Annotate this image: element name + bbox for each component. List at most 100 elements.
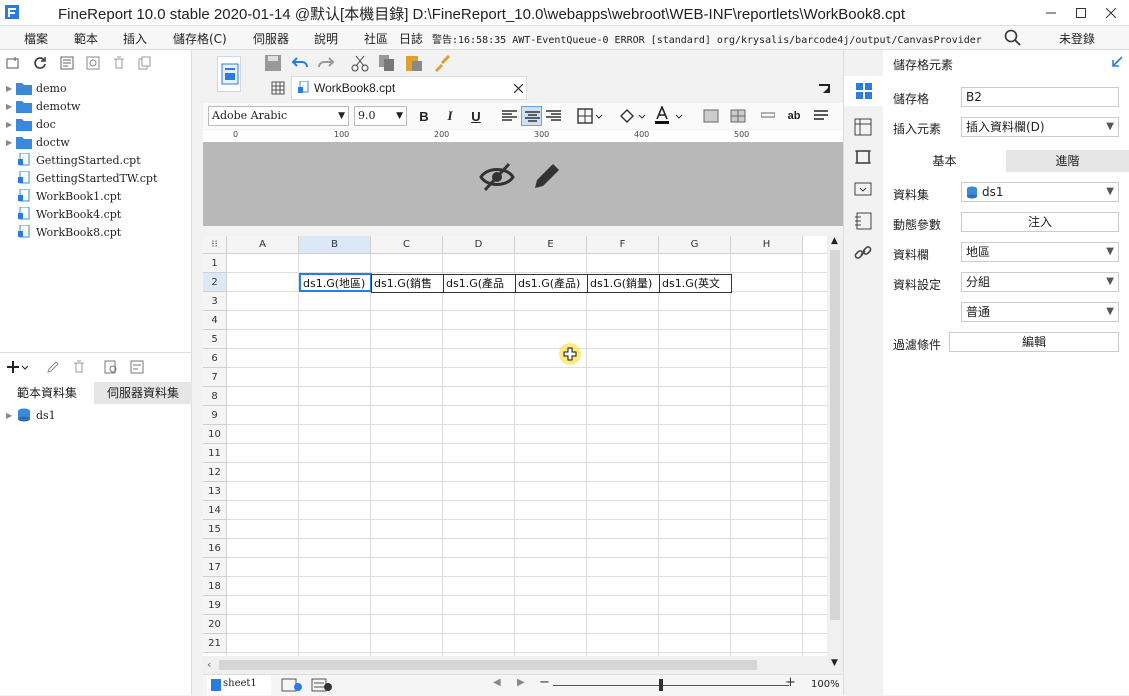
column-header-h[interactable]: H [731,236,803,254]
spreadsheet-grid[interactable]: ⁝⁝ ABCDEFGH 1 2 3 4 5 6 7 8 9 10 11 12 13 14 15 16 17 18 1… [203,236,843,656]
cell-b2[interactable]: ds1.G(地區) [299,273,372,292]
row-header-9[interactable]: 9 [203,406,227,425]
widget-settings-icon[interactable] [854,180,872,198]
fill-color-icon[interactable] [618,107,646,125]
grid-view-icon[interactable] [271,81,285,95]
cut-icon[interactable] [351,54,369,72]
add-dashboard-sheet-icon[interactable] [311,678,333,692]
panel-splitter[interactable] [192,50,203,695]
menu-server[interactable]: 伺服器 [253,30,289,47]
vertical-scrollbar[interactable]: ▲ [827,236,843,656]
hyperlink-icon[interactable] [854,244,872,262]
row-header-10[interactable]: 10 [203,425,227,444]
select-all-corner[interactable]: ⁝⁝ [203,236,227,254]
preview-icon[interactable] [104,360,118,374]
font-family-select[interactable]: Adobe Arabic ▼ [208,106,349,126]
text-style-button[interactable]: ab [786,108,802,124]
maximize-button[interactable] [1066,0,1096,26]
tree-item[interactable]: ▶ demo [6,79,67,97]
tree-item[interactable]: WorkBook4.cpt [6,205,121,223]
close-tab-icon[interactable] [514,84,523,93]
row-header-5[interactable]: 5 [203,330,227,349]
data-column-select[interactable]: 地區 ▼ [961,242,1119,262]
merge-cells-icon[interactable] [703,108,719,124]
cell-f2[interactable]: ds1.G(銷量) [587,274,660,293]
add-dataset-icon[interactable] [6,359,28,375]
expand-arrow-icon[interactable]: ▶ [6,102,16,111]
insert-element-select[interactable]: 插入資料欄(D) ▼ [961,117,1119,137]
sheet-scroll-left-icon[interactable]: ◀ [493,677,501,688]
row-header-17[interactable]: 17 [203,558,227,577]
scroll-thumb[interactable] [219,660,757,670]
cell-c2[interactable]: ds1.G(銷售 [371,274,444,293]
expand-arrow-icon[interactable]: ▶ [6,84,16,93]
tab-advanced[interactable]: 進階 [1006,150,1129,172]
zoom-out-icon[interactable]: − [539,675,550,690]
row-header-15[interactable]: 15 [203,520,227,539]
align-left-icon[interactable] [502,109,517,123]
tab-template-datasets[interactable]: 範本資料集 [0,382,94,404]
row-header-3[interactable]: 3 [203,292,227,311]
cell-g2[interactable]: ds1.G(英文 [659,274,732,293]
column-header-a[interactable]: A [227,236,299,254]
tab-server-datasets[interactable]: 伺服器資料集 [94,382,192,404]
close-button[interactable] [1096,0,1126,26]
more-format-icon[interactable] [813,108,829,124]
condition-attribute-icon[interactable] [854,212,872,230]
menu-insert[interactable]: 插入 [123,30,147,47]
row-header-19[interactable]: 19 [203,596,227,615]
split-cells-icon[interactable] [730,108,746,124]
hide-eye-icon[interactable] [479,162,515,192]
menu-community[interactable]: 社區 [364,30,388,47]
data-setting-select[interactable]: 分組 ▼ [961,272,1119,292]
cell-d2[interactable]: ds1.G(產品 [443,274,516,293]
scroll-left-icon[interactable]: ‹ [207,658,211,671]
menu-help[interactable]: 說明 [314,30,338,47]
tab-menu-icon[interactable] [819,83,831,95]
row-header-18[interactable]: 18 [203,577,227,596]
delete-icon[interactable] [72,360,86,374]
cell-reference-input[interactable]: B2 [961,87,1119,107]
inject-button[interactable]: 注入 [961,212,1119,232]
italic-button[interactable]: I [442,108,458,124]
tree-item[interactable]: ▶ demotw [6,97,80,115]
row-header-13[interactable]: 13 [203,482,227,501]
format-painter-icon[interactable] [433,54,451,72]
scroll-thumb[interactable] [830,250,840,620]
file-browser-icon[interactable] [60,56,74,70]
tree-item[interactable]: ▶ doctw [6,133,70,151]
wrap-text-icon[interactable] [761,110,775,120]
save-icon[interactable] [264,54,282,72]
row-header-11[interactable]: 11 [203,444,227,463]
cell-style-icon[interactable] [854,148,872,166]
underline-button[interactable]: U [468,108,484,124]
row-header-14[interactable]: 14 [203,501,227,520]
tab-basic[interactable]: 基本 [883,150,1006,172]
font-size-select[interactable]: 9.0 ▼ [354,106,407,126]
cell-attribute-icon[interactable] [854,118,872,136]
row-header-2[interactable]: 2 [203,273,227,292]
copy-icon[interactable] [138,56,152,70]
zoom-in-icon[interactable]: + [785,675,796,690]
expand-arrow-icon[interactable]: ▶ [6,120,16,129]
zoom-slider-thumb[interactable] [659,679,663,691]
tree-item[interactable]: GettingStartedTW.cpt [6,169,157,187]
refresh-icon[interactable] [33,56,47,70]
delete-icon[interactable] [112,56,126,70]
scroll-up-icon[interactable]: ▲ [831,236,838,246]
font-color-icon[interactable] [654,106,684,126]
copy-icon[interactable] [378,54,396,72]
expand-arrow-icon[interactable]: ▶ [6,411,16,420]
tree-item[interactable]: ▶ doc [6,115,56,133]
minimize-button[interactable] [1036,0,1066,26]
edit-filter-button[interactable]: 編輯 [949,332,1119,352]
menu-log[interactable]: 日誌 [399,30,423,47]
expand-arrow-icon[interactable]: ▶ [6,138,16,147]
dataset-properties-icon[interactable] [130,360,144,374]
paste-icon[interactable] [405,54,423,72]
cell-e2[interactable]: ds1.G(產品) [515,274,588,293]
cell-element-tab[interactable] [844,76,884,106]
sheet-tab[interactable]: sheet1 [207,675,271,695]
undo-icon[interactable] [291,54,309,72]
tree-item[interactable]: GettingStarted.cpt [6,151,141,169]
